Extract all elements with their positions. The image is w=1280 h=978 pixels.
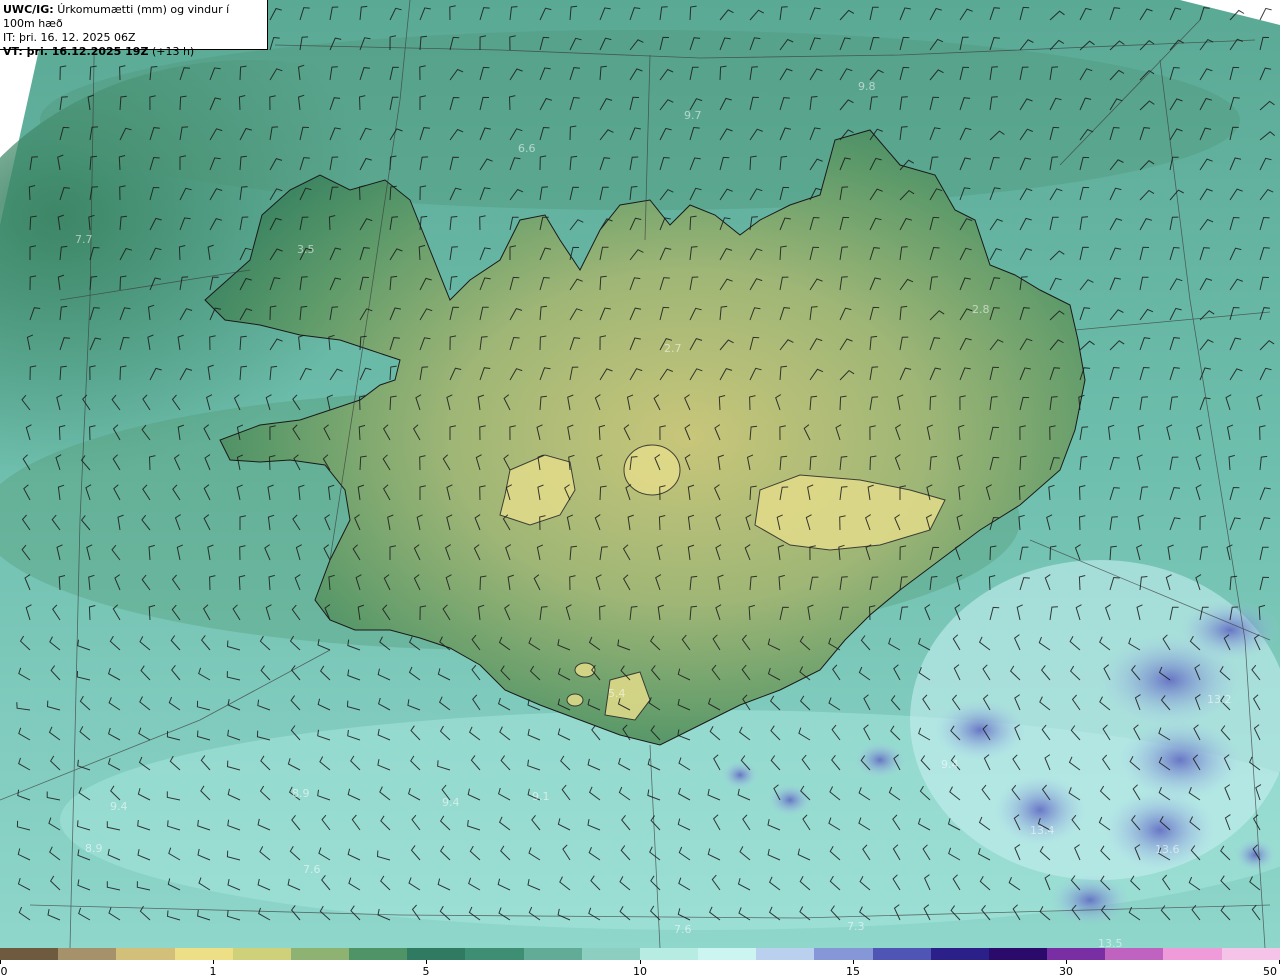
colorbar-tick-mark (0, 960, 1, 964)
map-value: 13.2 (1207, 693, 1232, 706)
colorbar-segment (1105, 948, 1164, 960)
map-value: 7.6 (674, 923, 692, 936)
map-header: UWC/IG: Úrkomumætti (mm) og vindur í 100… (0, 0, 268, 58)
colorbar-tick: 5 (422, 965, 430, 978)
colorbar-legend: 0 1 5 10 15 30 50 (0, 948, 1280, 978)
colorbar-segment (988, 948, 1048, 960)
map-value: 13.6 (1155, 843, 1180, 856)
colorbar-segment (1221, 948, 1280, 960)
map-value: 5.4 (608, 687, 626, 700)
map-value: 7.3 (847, 920, 865, 933)
colorbar-tick: 0 (0, 965, 8, 978)
colorbar-segment (1047, 948, 1106, 960)
colorbar-segment (756, 948, 815, 960)
colorbar-tick: 10 (633, 965, 647, 978)
colorbar-segment (290, 948, 350, 960)
colorbar-segment (465, 948, 524, 960)
map-value: 9.8 (858, 80, 876, 93)
colorbar-segment (0, 948, 59, 960)
colorbar-tick-mark (853, 960, 854, 964)
map-value: 9.4 (110, 800, 128, 813)
title-line: UWC/IG: Úrkomumætti (mm) og vindur í 100… (3, 3, 264, 31)
colorbar-segment (639, 948, 699, 960)
initial-time: IT: þri. 16. 12. 2025 06Z (3, 31, 136, 44)
colorbar-segment (174, 948, 233, 960)
colorbar-tick: 30 (1059, 965, 1073, 978)
map-value: 2.8 (972, 303, 990, 316)
colorbar-strip (0, 948, 1280, 960)
map-value: 7.6 (303, 863, 321, 876)
colorbar-segment (930, 948, 989, 960)
colorbar-segment (814, 948, 873, 960)
valid-time-line: VT: þri. 16.12.2025 19Z (+13 h) (3, 45, 264, 59)
colorbar-segment (1163, 948, 1222, 960)
colorbar-tick-mark (1066, 960, 1067, 964)
valid-time: VT: þri. 16.12.2025 19Z (3, 45, 149, 58)
colorbar-segment (581, 948, 640, 960)
colorbar-segment (698, 948, 757, 960)
colorbar-tick-mark (426, 960, 427, 964)
colorbar-segment (116, 948, 175, 960)
forecast-offset: (+13 h) (151, 45, 195, 58)
colorbar-tick-mark (213, 960, 214, 964)
map-value: 7.7 (75, 233, 93, 246)
map-value: 9.7 (684, 109, 702, 122)
colorbar-segment (349, 948, 408, 960)
map-value: 8.9 (85, 842, 103, 855)
colorbar-segment (407, 948, 466, 960)
colorbar-segment (872, 948, 931, 960)
map-value: 13.5 (1098, 937, 1123, 948)
weather-map: 9.8 9.7 6.6 3.5 7.7 2.8 2.7 5.4 9.4 8.9 … (0, 0, 1280, 948)
map-value: 2.7 (664, 342, 682, 355)
map-value: 13.4 (1030, 824, 1055, 837)
colorbar-tick-mark (640, 960, 641, 964)
colorbar-segment (523, 948, 582, 960)
map-value: 3.5 (297, 243, 315, 256)
map-value: 8.9 (292, 787, 310, 800)
product-code: UWC/IG: (3, 3, 54, 16)
map-value: 6.6 (518, 142, 536, 155)
colorbar-tick: 50 (1263, 965, 1277, 978)
colorbar-tick: 1 (209, 965, 217, 978)
map-value: 9.4 (442, 796, 460, 809)
colorbar-tick: 15 (846, 965, 860, 978)
map-value: 9.4 (941, 758, 959, 771)
colorbar-segment (232, 948, 291, 960)
map-value: 9.1 (532, 790, 550, 803)
colorbar-segment (58, 948, 117, 960)
